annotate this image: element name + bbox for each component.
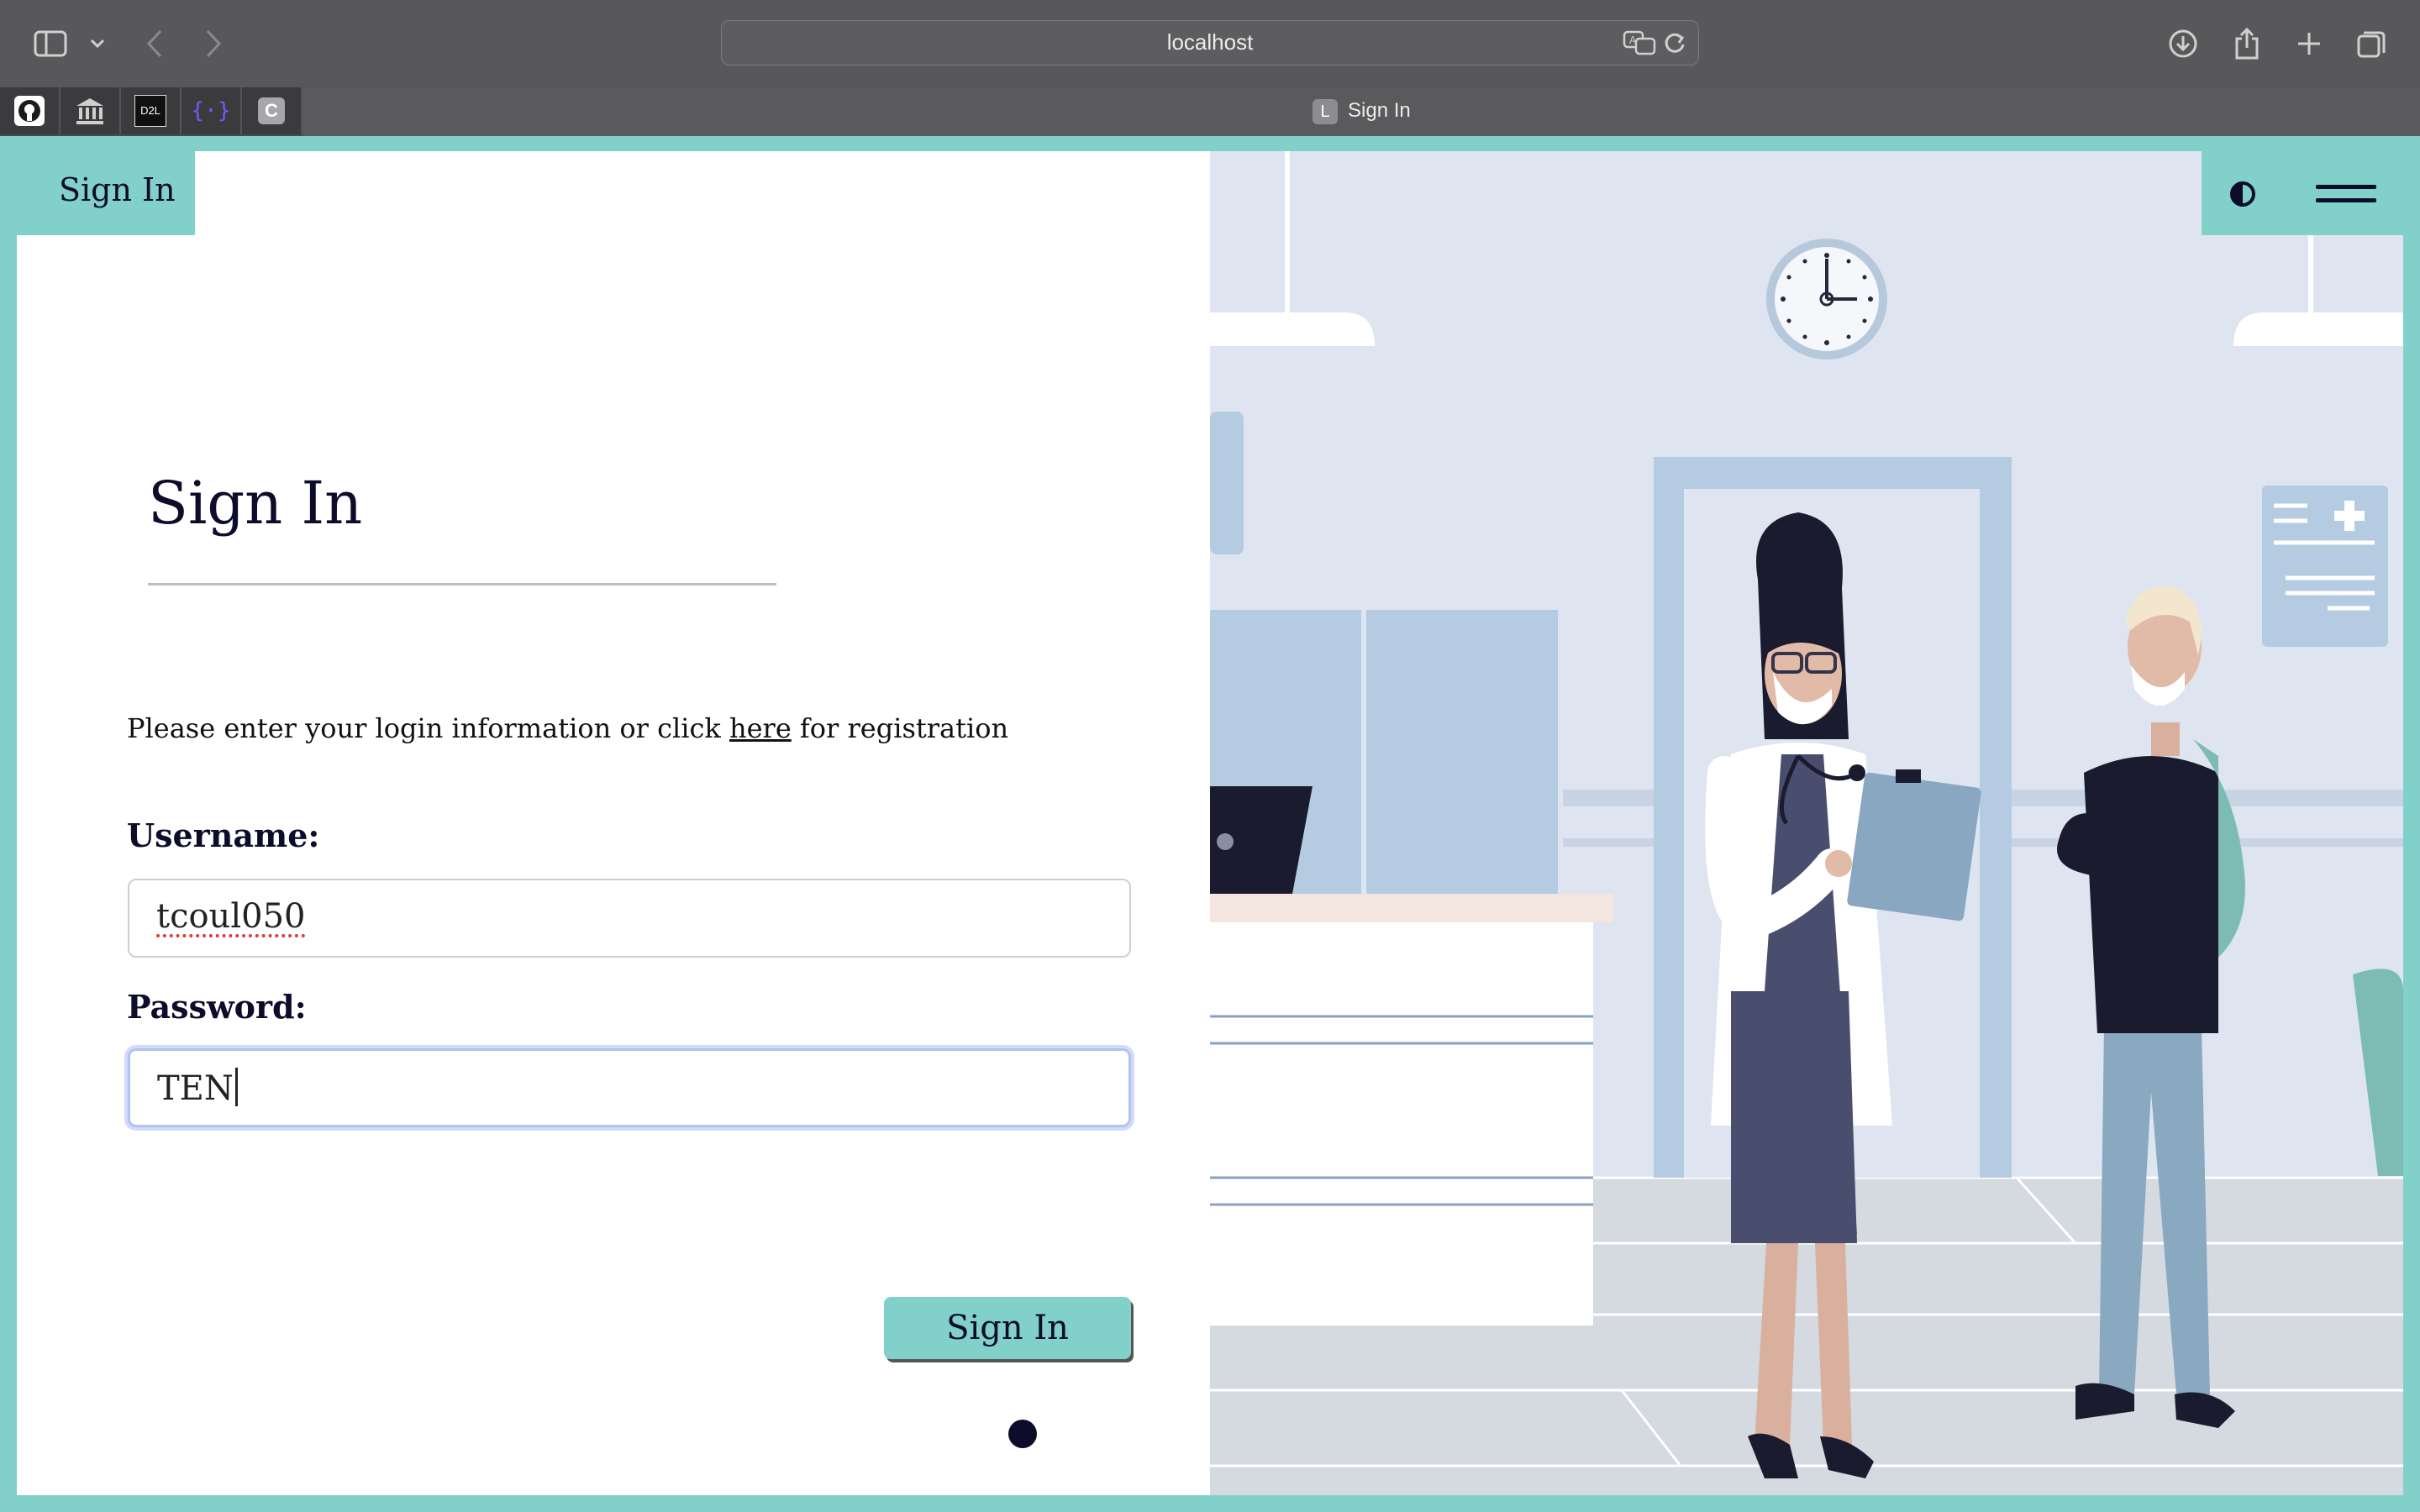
username-field[interactable]: tcoul050 <box>128 879 1131 958</box>
bank-icon <box>76 98 103 124</box>
info-text: Please enter your login information or c… <box>127 712 1008 744</box>
page-frame: Sign In Sign In Please enter your login … <box>0 136 2420 1512</box>
code-braces-icon: {·} <box>191 98 231 123</box>
github-icon <box>14 96 45 126</box>
tab-favicon: L <box>1313 99 1338 124</box>
d2l-icon: D2L <box>134 95 166 127</box>
contrast-icon[interactable] <box>2228 180 2257 212</box>
sign-in-button[interactable]: Sign In <box>884 1297 1131 1359</box>
pinned-tab-github[interactable] <box>0 87 60 134</box>
info-text-after: for registration <box>791 712 1009 744</box>
browser-toolbar: localhost A <box>0 0 2420 87</box>
text-caret <box>234 1068 238 1106</box>
header-controls <box>2202 151 2403 235</box>
page-title: Sign In <box>148 469 363 538</box>
svg-text:A: A <box>1629 34 1637 46</box>
pinned-tab-d2l[interactable]: D2L <box>121 87 182 134</box>
reload-icon[interactable] <box>1663 31 1686 60</box>
pinned-tab-c[interactable]: C <box>242 87 302 134</box>
download-icon[interactable] <box>2163 24 2203 64</box>
password-value-wrap: TEN <box>157 1068 238 1108</box>
password-value: TEN <box>157 1069 234 1108</box>
password-field[interactable]: TEN <box>128 1048 1131 1127</box>
pinned-tab-code[interactable]: {·} <box>182 87 242 134</box>
back-icon[interactable] <box>134 24 175 64</box>
info-text-before: Please enter your login information or c… <box>127 712 729 744</box>
tab-overview-icon[interactable] <box>2351 24 2391 64</box>
hamburger-menu-icon[interactable] <box>2316 181 2376 210</box>
title-divider <box>148 583 776 585</box>
register-link[interactable]: here <box>729 712 792 744</box>
chevron-down-icon[interactable] <box>77 24 118 64</box>
address-bar[interactable]: localhost A <box>721 20 1699 66</box>
new-tab-icon[interactable] <box>2289 24 2329 64</box>
address-text: localhost <box>1166 29 1254 55</box>
forward-icon[interactable] <box>193 24 234 64</box>
hospital-reception-illustration <box>1210 151 2403 1495</box>
translate-icon[interactable]: A <box>1623 29 1656 60</box>
c-icon: C <box>258 97 285 124</box>
header-badge-text: Sign In <box>59 171 176 208</box>
cursor-dot <box>1008 1420 1037 1448</box>
username-label: Username: <box>127 816 320 854</box>
sidebar-icon[interactable] <box>30 24 71 64</box>
signin-panel: Sign In Sign In Please enter your login … <box>17 151 1210 1495</box>
header-badge: Sign In <box>17 151 195 235</box>
password-label: Password: <box>127 988 307 1026</box>
pinned-tab-bank[interactable] <box>60 87 121 134</box>
share-icon[interactable] <box>2227 24 2267 64</box>
username-value: tcoul050 <box>156 897 306 936</box>
tab-title: Sign In <box>1348 99 1411 122</box>
